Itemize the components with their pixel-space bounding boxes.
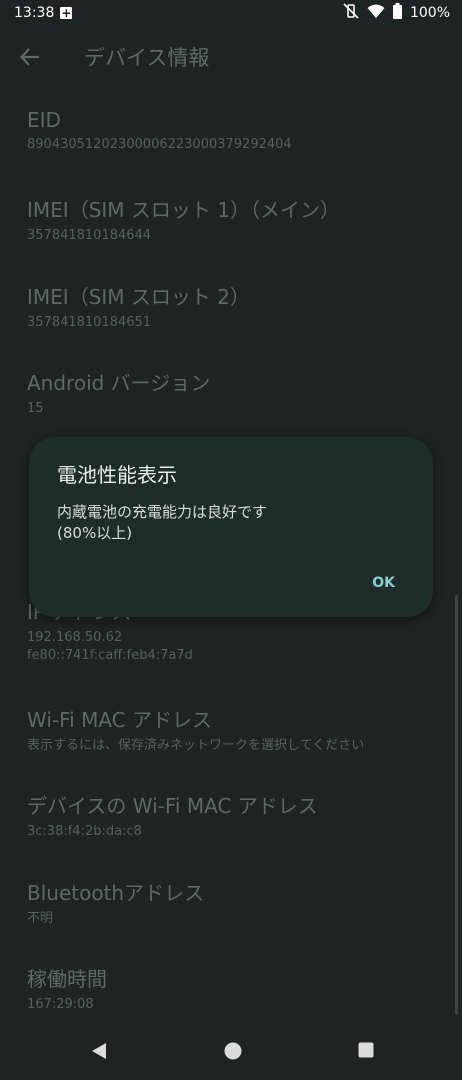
wifi-icon [367,3,385,23]
item-value: 167:29:08 [27,997,94,1012]
dialog-body: 内蔵電池の充電能力は良好です (80%以上) [57,502,405,544]
battery-dialog: 電池性能表示 内蔵電池の充電能力は良好です (80%以上) OK [29,437,433,617]
item-value: 192.168.50.62 [27,630,123,645]
list-item-imei-1[interactable]: IMEI（SIM スロット 1）（メイン） 357841810184644 [27,194,442,245]
list-item-wifi-mac[interactable]: Wi-Fi MAC アドレス 表示するには、保存済みネットワークを選択してくださ… [27,704,442,755]
item-value: 89043051202300006223000379292404 [27,137,292,152]
list-item-android-version[interactable]: Android バージョン 15 [27,367,442,418]
screen: 13:38 + 100% デバイス情報 EID 8904305120230000… [0,0,462,1080]
list-item-uptime[interactable]: 稼働時間 167:29:08 [27,963,442,1014]
item-title: Android バージョン [27,371,211,395]
list-item-imei-2[interactable]: IMEI（SIM スロット 2） 357841810184651 [27,281,442,332]
item-title: 稼働時間 [27,967,107,991]
item-title: IMEI（SIM スロット 2） [27,285,250,309]
navigation-bar [0,1024,462,1080]
status-right: 100% [343,3,450,23]
list-item-bluetooth[interactable]: Bluetoothアドレス 不明 [27,877,442,928]
list-item-eid[interactable]: EID 89043051202300006223000379292404 [27,108,442,154]
battery-icon [392,3,402,23]
ok-button[interactable]: OK [372,575,395,591]
status-time: 13:38 [14,5,55,21]
page-title: デバイス情報 [84,46,210,70]
item-value: 357841810184651 [27,315,152,330]
status-bar: 13:38 + 100% [0,0,462,26]
dialog-body-line-2: (80%以上) [57,524,133,542]
scrollbar[interactable] [455,595,458,1015]
item-title: Bluetoothアドレス [27,881,205,905]
dialog-title: 電池性能表示 [57,463,177,487]
back-arrow-icon[interactable] [0,26,60,88]
item-title: Wi-Fi MAC アドレス [27,708,212,732]
nav-back-icon[interactable] [90,1042,108,1064]
notification-plus-icon: + [60,6,73,20]
item-value: 3c:38:f4:2b:da:c8 [27,824,142,839]
nav-home-icon[interactable] [224,1042,242,1064]
item-title: デバイスの Wi-Fi MAC アドレス [27,794,318,818]
nav-recents-icon[interactable] [358,1042,374,1062]
app-bar: デバイス情報 [0,26,462,88]
dialog-body-line-1: 内蔵電池の充電能力は良好です [57,503,268,521]
vibrate-off-icon [343,3,359,23]
item-title: EID [27,108,61,132]
item-value: 表示するには、保存済みネットワークを選択してください [27,738,365,753]
item-value-2: fe80::741f:caff:feb4:7a7d [27,648,193,663]
item-value: 357841810184644 [27,228,152,243]
item-title: IMEI（SIM スロット 1）（メイン） [27,198,340,222]
battery-percent: 100% [409,5,450,21]
item-value: 15 [27,401,44,416]
status-left: 13:38 + [14,5,73,21]
item-value: 不明 [27,911,54,926]
list-item-device-wifi-mac[interactable]: デバイスの Wi-Fi MAC アドレス 3c:38:f4:2b:da:c8 [27,790,442,841]
